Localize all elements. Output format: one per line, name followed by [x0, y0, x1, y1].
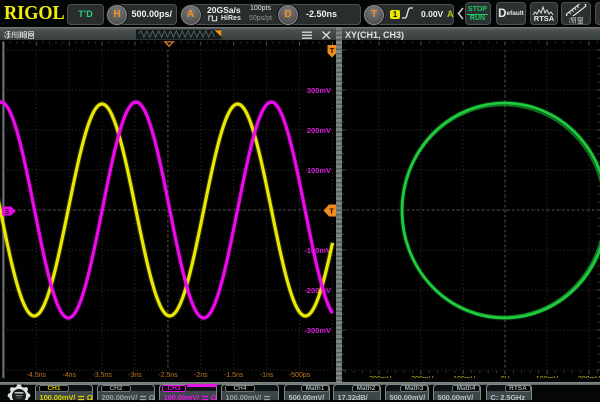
svg-text:3: 3: [5, 207, 9, 216]
svg-text:-100mV: -100mV: [304, 246, 331, 255]
svg-text:T: T: [330, 46, 335, 55]
svg-text:300mV: 300mV: [307, 86, 331, 95]
svg-text:200mV: 200mV: [307, 126, 331, 135]
svg-text:T: T: [329, 207, 334, 216]
svg-text:-300mV: -300mV: [304, 326, 331, 335]
svg-text:100mV: 100mV: [307, 166, 331, 175]
